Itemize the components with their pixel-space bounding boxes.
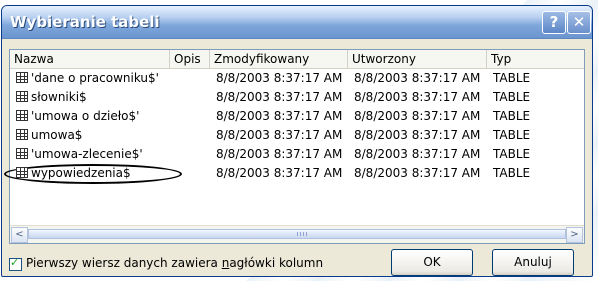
created-date: 8/8/2003 8:37:17 AM — [354, 71, 481, 85]
table-type: TABLE — [493, 71, 531, 85]
table-name: wypowiedzenia$ — [31, 166, 131, 180]
column-header-utworzony[interactable]: Utworzony — [348, 50, 487, 68]
table-name: umowa$ — [31, 128, 83, 142]
table-icon — [16, 167, 28, 178]
table-name: 'umowa o dzieło$' — [31, 109, 140, 123]
list-header: Nazwa Opis Zmodyfikowany Utworzony Typ — [10, 50, 584, 69]
column-header-typ[interactable]: Typ — [487, 50, 584, 68]
created-date: 8/8/2003 8:37:17 AM — [354, 109, 481, 123]
table-list[interactable]: Nazwa Opis Zmodyfikowany Utworzony Typ '… — [4, 49, 585, 244]
created-date: 8/8/2003 8:37:17 AM — [354, 147, 481, 161]
chevron-right-icon: > — [570, 229, 579, 240]
created-date: 8/8/2003 8:37:17 AM — [354, 90, 481, 104]
label-text-post: agłówki kolumn — [229, 256, 324, 270]
close-icon: ✕ — [572, 13, 586, 31]
list-item[interactable]: 'dane o pracowniku$' 8/8/2003 8:37:17 AM… — [10, 69, 584, 88]
table-icon — [16, 129, 28, 140]
scroll-right-button[interactable]: > — [566, 227, 583, 243]
table-icon — [16, 91, 28, 102]
list-item[interactable]: słowniki$ 8/8/2003 8:37:17 AM 8/8/2003 8… — [10, 88, 584, 107]
table-icon — [16, 72, 28, 83]
table-name-cell: słowniki$ — [16, 88, 87, 107]
column-header-opis[interactable]: Opis — [170, 50, 210, 68]
table-type: TABLE — [493, 166, 531, 180]
modified-date: 8/8/2003 8:37:17 AM — [216, 166, 343, 180]
table-name-cell: 'umowa o dzieło$' — [16, 107, 139, 126]
dialog-title: Wybieranie tabeli — [10, 13, 160, 31]
grip-icon — [297, 232, 307, 236]
modified-date: 8/8/2003 8:37:17 AM — [216, 90, 343, 104]
horizontal-scrollbar[interactable]: < > — [10, 225, 584, 243]
table-name-cell: wypowiedzenia$ — [16, 164, 131, 183]
table-type: TABLE — [493, 109, 531, 123]
table-type: TABLE — [493, 90, 531, 104]
help-button[interactable]: ? — [542, 11, 566, 34]
list-item[interactable]: umowa$ 8/8/2003 8:37:17 AM 8/8/2003 8:37… — [10, 126, 584, 145]
created-date: 8/8/2003 8:37:17 AM — [354, 128, 481, 142]
table-type: TABLE — [493, 128, 531, 142]
modified-date: 8/8/2003 8:37:17 AM — [216, 147, 343, 161]
scrollbar-thumb[interactable] — [28, 229, 566, 239]
list-item[interactable]: wypowiedzenia$ 8/8/2003 8:37:17 AM 8/8/2… — [4, 164, 584, 184]
column-header-zmodyfikowany[interactable]: Zmodyfikowany — [210, 50, 348, 68]
cancel-button[interactable]: Anuluj — [492, 249, 574, 276]
chevron-left-icon: < — [15, 229, 24, 240]
question-mark-icon: ? — [549, 13, 559, 31]
table-type: TABLE — [493, 147, 531, 161]
table-name: słowniki$ — [31, 90, 87, 104]
table-icon — [16, 148, 28, 159]
modified-date: 8/8/2003 8:37:17 AM — [216, 128, 343, 142]
table-name: 'dane o pracowniku$' — [31, 71, 159, 85]
table-name-cell: 'dane o pracowniku$' — [16, 69, 159, 88]
scrollbar-track[interactable] — [28, 229, 566, 239]
column-header-nazwa[interactable]: Nazwa — [10, 50, 170, 68]
close-button[interactable]: ✕ — [567, 11, 591, 34]
first-row-headers-checkbox[interactable] — [9, 256, 22, 271]
scroll-left-button[interactable]: < — [11, 227, 28, 243]
table-name-cell: umowa$ — [16, 126, 82, 145]
first-row-headers-label: Pierwszy wiersz danych zawiera nagłówki … — [26, 256, 323, 270]
list-item[interactable]: 'umowa-zlecenie$' 8/8/2003 8:37:17 AM 8/… — [10, 145, 584, 164]
created-date: 8/8/2003 8:37:17 AM — [354, 166, 481, 180]
list-item[interactable]: 'umowa o dzieło$' 8/8/2003 8:37:17 AM 8/… — [10, 107, 584, 126]
modified-date: 8/8/2003 8:37:17 AM — [216, 71, 343, 85]
table-icon — [16, 110, 28, 121]
ok-button[interactable]: OK — [391, 249, 473, 276]
modified-date: 8/8/2003 8:37:17 AM — [216, 109, 343, 123]
label-text-pre: Pierwszy wiersz danych zawiera — [26, 256, 222, 270]
title-bar[interactable]: Wybieranie tabeli ? ✕ — [2, 6, 592, 39]
select-table-dialog: Wybieranie tabeli ? ✕ Nazwa Opis Zmodyfi… — [1, 5, 593, 277]
table-name-cell: 'umowa-zlecenie$' — [16, 145, 143, 164]
table-name: 'umowa-zlecenie$' — [31, 147, 143, 161]
